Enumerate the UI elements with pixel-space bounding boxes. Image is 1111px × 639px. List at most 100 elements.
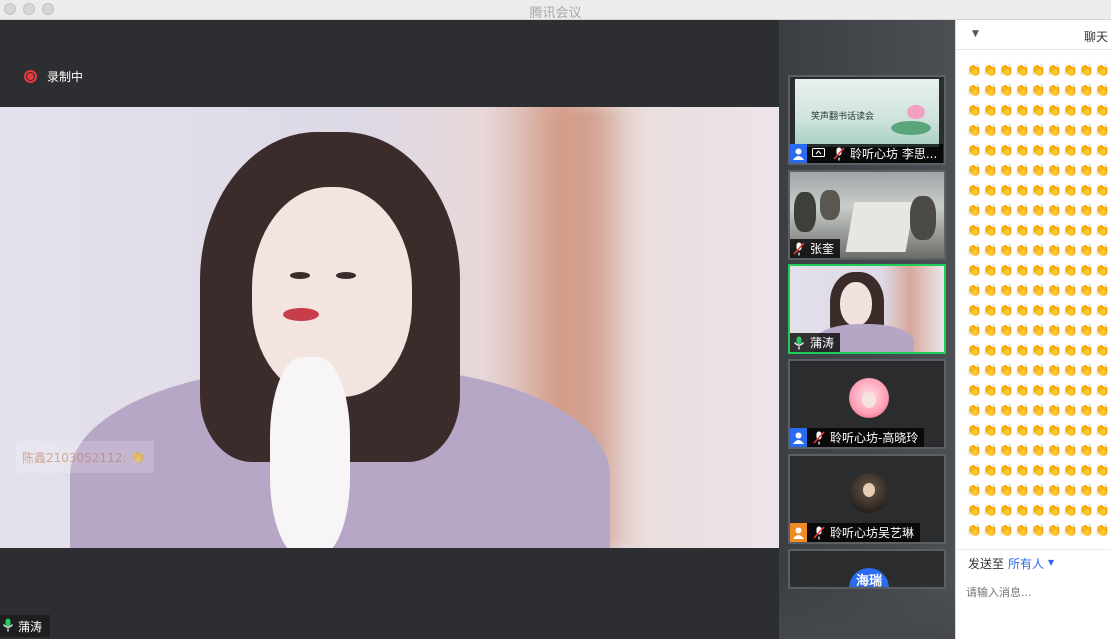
clap-emoji-message: 👏 — [1046, 463, 1062, 477]
clap-emoji-message: 👏 — [1062, 383, 1078, 397]
clap-emoji-message: 👏 — [998, 343, 1014, 357]
clap-emoji-message: 👏 — [1094, 443, 1110, 457]
clap-emoji-message: 👏 — [1094, 103, 1110, 117]
clap-emoji-message: 👏 — [1046, 303, 1062, 317]
clap-emoji-message: 👏 — [1014, 403, 1030, 417]
clap-emoji-message: 👏 — [1078, 463, 1094, 477]
clap-emoji-message: 👏 — [1014, 203, 1030, 217]
mic-muted-icon — [790, 239, 807, 258]
clap-emoji-message: 👏 — [998, 123, 1014, 137]
clap-emoji-message: 👏 — [1094, 283, 1110, 297]
clap-emoji-message: 👏 — [966, 203, 982, 217]
avatar-face — [863, 483, 875, 497]
clap-emoji-message: 👏 — [1014, 143, 1030, 157]
mic-muted-icon — [810, 428, 827, 447]
send-to-value[interactable]: 所有人 — [1008, 555, 1044, 572]
clap-emoji-message: 👏 — [1062, 443, 1078, 457]
clap-emoji-message: 👏 — [1062, 83, 1078, 97]
send-to-selector[interactable]: 发送至 所有人 ▼ — [968, 555, 1054, 572]
chat-message-list[interactable]: 👏 👏 👏 👏 👏 👏 👏 👏 👏 👏 👏 👏 👏 👏 👏 👏 👏 👏 👏 👏 👏 👏 👏 👏 👏 👏 👏 👏 👏 👏 👏 👏 👏 👏 👏 👏 👏 👏 👏 👏… — [966, 60, 1110, 548]
clap-emoji-message: 👏 — [1094, 203, 1110, 217]
chat-message-input[interactable] — [966, 586, 1102, 599]
clap-emoji-message: 👏 — [1094, 523, 1110, 537]
clap-emoji-message: 👏 — [998, 263, 1014, 277]
clap-emoji-message: 👏 — [982, 363, 998, 377]
clap-emoji-message: 👏 — [1062, 303, 1078, 317]
clap-emoji-message: 👏 — [966, 443, 982, 457]
clap-emoji-message: 👏 — [1046, 103, 1062, 117]
clap-emoji-message: 👏 — [1014, 483, 1030, 497]
host-user-icon — [790, 144, 807, 163]
participant-strip[interactable]: 笑声翻书话读会 聆听心坊 李思... 张奎 蒲涛 聆听心坊-高晓玲 聆听心坊吴艺… — [779, 20, 955, 639]
main-stage: 录制中 陈鑫2103052112: 👏 蒲涛 — [0, 20, 779, 639]
dropdown-arrow-icon[interactable]: ▼ — [1048, 555, 1054, 572]
clap-emoji-message: 👏 — [966, 423, 982, 437]
clap-emoji-message: 👏 — [1078, 523, 1094, 537]
participant-tile-active[interactable]: 蒲涛 — [788, 264, 946, 354]
clap-emoji-message: 👏 — [966, 143, 982, 157]
clap-emoji-message: 👏 — [1062, 463, 1078, 477]
clap-emoji-message: 👏 — [982, 323, 998, 337]
attendee-figure — [910, 196, 936, 240]
clap-emoji-message: 👏 — [966, 243, 982, 257]
clap-emoji-message: 👏 — [998, 423, 1014, 437]
clap-emoji-message: 👏 — [1046, 383, 1062, 397]
clap-emoji-message: 👏 — [1030, 103, 1046, 117]
clap-emoji-message: 👏 — [998, 183, 1014, 197]
send-to-label: 发送至 — [968, 557, 1005, 571]
title-bar: 腾讯会议 — [0, 0, 1111, 21]
window-title: 腾讯会议 — [529, 6, 582, 21]
thumb-person-face — [840, 282, 872, 326]
clap-emoji-message: 👏 — [1078, 383, 1094, 397]
participant-name-tag: 聆听心坊 李思... — [790, 144, 944, 163]
clap-emoji-message: 👏 — [1094, 163, 1110, 177]
clap-emoji-message: 👏 — [1078, 303, 1094, 317]
participant-tile[interactable]: 张奎 — [788, 170, 946, 260]
clap-emoji-message: 👏 — [1030, 143, 1046, 157]
chat-header[interactable]: ▼ 聊天 — [956, 20, 1111, 50]
participant-tile[interactable]: 笑声翻书话读会 聆听心坊 李思... — [788, 75, 946, 165]
clap-emoji-message: 👏 — [1046, 223, 1062, 237]
clap-emoji-message: 👏 — [1014, 123, 1030, 137]
video-person-eye — [336, 272, 356, 279]
clap-emoji-message: 👏 — [1078, 443, 1094, 457]
clap-emoji-message: 👏 — [1094, 503, 1110, 517]
participant-name: 聆听心坊-高晓玲 — [830, 431, 919, 445]
participant-avatar — [849, 378, 889, 418]
clap-emoji-message: 👏 — [1046, 203, 1062, 217]
clap-emoji-message: 👏 — [1062, 223, 1078, 237]
recording-indicator: 录制中 — [24, 68, 83, 85]
chat-divider — [956, 549, 1111, 550]
clap-emoji-message: 👏 — [1062, 163, 1078, 177]
clap-emoji-message: 👏 — [1046, 83, 1062, 97]
video-person-mouth — [283, 308, 319, 321]
chat-title: 聊天 — [1083, 30, 1108, 44]
clap-emoji-message: 👏 — [1078, 183, 1094, 197]
clap-emoji-message: 👏 — [966, 523, 982, 537]
leaf-icon — [891, 121, 931, 135]
clap-emoji-message: 👏 — [1014, 83, 1030, 97]
clap-emoji-message: 👏 — [966, 183, 982, 197]
participant-tile[interactable]: 聆听心坊吴艺琳 — [788, 454, 946, 544]
clap-emoji-message: 👏 — [982, 343, 998, 357]
main-video[interactable]: 陈鑫2103052112: 👏 — [0, 107, 779, 548]
participant-tile[interactable]: 聆听心坊-高晓玲 — [788, 359, 946, 449]
clap-emoji-message: 👏 — [1094, 303, 1110, 317]
clap-emoji-message: 👏 — [1030, 523, 1046, 537]
clap-emoji-message: 👏 — [998, 83, 1014, 97]
participant-name: 张奎 — [810, 242, 835, 256]
clap-emoji-message: 👏 — [1094, 343, 1110, 357]
clap-emoji-message: 👏 — [1030, 183, 1046, 197]
clap-emoji-message: 👏 — [1094, 483, 1110, 497]
clap-emoji-message: 👏 — [1030, 363, 1046, 377]
clap-emoji-message: 👏 — [1046, 343, 1062, 357]
clap-emoji-message: 👏 — [1030, 163, 1046, 177]
screen-share-icon — [810, 144, 827, 163]
participant-avatar — [849, 473, 889, 513]
clap-emoji-message: 👏 — [1030, 443, 1046, 457]
collapse-caret-icon[interactable]: ▼ — [972, 29, 979, 39]
clap-emoji-message: 👏 — [1030, 283, 1046, 297]
clap-emoji-message: 👏 — [1030, 263, 1046, 277]
clap-icon: 👏 — [130, 450, 146, 464]
clap-emoji-message: 👏 — [966, 223, 982, 237]
